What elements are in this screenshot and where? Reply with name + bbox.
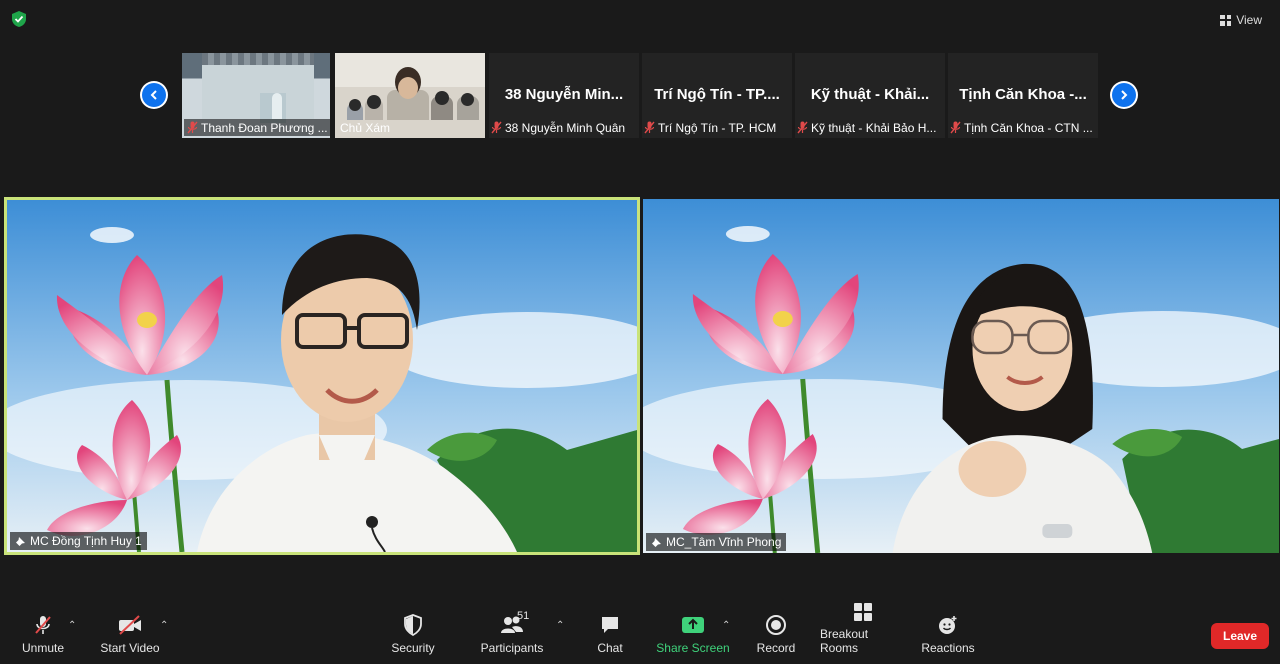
- strip-prev-button[interactable]: [140, 81, 168, 109]
- pin-icon: [16, 536, 25, 546]
- reactions-label: Reactions: [921, 641, 975, 655]
- thumbnail-name: Thanh Đoan Phương ...: [201, 120, 328, 135]
- participant-thumbnail[interactable]: Tịnh Căn Khoa -... Tịnh Căn Khoa - CTN .…: [948, 53, 1098, 138]
- muted-mic-icon: [491, 121, 502, 134]
- thumbnail-name: Kỹ thuật - Khải Bảo H...: [811, 120, 937, 135]
- speaker-name: MC Đồng Tịnh Huy 1: [30, 534, 142, 548]
- chat-button[interactable]: Chat: [590, 600, 630, 664]
- muted-mic-icon: [950, 121, 961, 134]
- thumbnail-big-name: Tịnh Căn Khoa -...: [959, 86, 1087, 103]
- unmute-button[interactable]: Unmute: [18, 600, 68, 664]
- thumbnail-name: Tịnh Căn Khoa - CTN ...: [964, 120, 1093, 135]
- participants-options-caret[interactable]: ⌃: [556, 620, 566, 631]
- participants-button[interactable]: 51 Participants: [480, 600, 544, 664]
- security-shield-icon: [404, 614, 422, 636]
- record-label: Record: [756, 641, 796, 655]
- breakout-rooms-icon: [854, 602, 872, 621]
- participants-count: 51: [517, 610, 530, 622]
- video-off-icon: [119, 615, 141, 635]
- thumbnail-big-name: Trí Ngộ Tín - TP....: [654, 86, 780, 103]
- view-button[interactable]: View: [1214, 10, 1268, 30]
- security-button[interactable]: Security: [388, 600, 438, 664]
- breakout-rooms-label: Breakout Rooms: [820, 627, 869, 655]
- speaker-name-tag: MC_Tâm Vĩnh Phong: [646, 533, 787, 551]
- reactions-smiley-icon: [939, 616, 957, 634]
- unmute-label: Unmute: [21, 641, 65, 655]
- muted-mic-icon: [797, 121, 808, 134]
- pin-icon: [652, 537, 661, 547]
- chevron-right-icon: [1121, 90, 1128, 100]
- muted-mic-icon: [35, 616, 51, 634]
- start-video-button[interactable]: Start Video: [98, 600, 162, 664]
- record-icon: [766, 615, 786, 635]
- security-label: Security: [391, 641, 435, 655]
- reactions-button[interactable]: Reactions: [920, 600, 976, 664]
- participant-thumbnail[interactable]: 38 Nguyễn Min... 38 Nguyễn Minh Quân: [489, 53, 639, 138]
- video-feed: [643, 199, 1279, 553]
- chevron-left-icon: [150, 90, 157, 100]
- record-button[interactable]: Record: [756, 600, 796, 664]
- thumbnail-name: Trí Ngộ Tín - TP. HCM: [658, 120, 777, 135]
- participant-thumbnail[interactable]: Thanh Đoan Phương ...: [182, 53, 330, 138]
- share-screen-button[interactable]: Share Screen: [656, 600, 730, 664]
- speaker-video-right[interactable]: MC_Tâm Vĩnh Phong: [643, 199, 1279, 553]
- chat-bubble-icon: [602, 617, 618, 633]
- share-options-caret[interactable]: ⌃: [722, 620, 732, 631]
- encryption-shield-icon[interactable]: [10, 10, 28, 28]
- audio-options-caret[interactable]: ⌃: [68, 620, 78, 631]
- participant-thumbnail[interactable]: Kỹ thuật - Khải... Kỹ thuật - Khải Bảo H…: [795, 53, 945, 138]
- share-screen-icon: [682, 617, 704, 633]
- start-video-label: Start Video: [100, 641, 160, 655]
- video-options-caret[interactable]: ⌃: [160, 620, 170, 631]
- speaker-name-tag: MC Đồng Tịnh Huy 1: [10, 532, 147, 550]
- share-screen-label: Share Screen: [656, 641, 730, 655]
- participants-label: Participants: [480, 641, 544, 655]
- breakout-rooms-button[interactable]: Breakout Rooms: [820, 600, 906, 664]
- speaker-name: MC_Tâm Vĩnh Phong: [666, 535, 782, 549]
- participant-thumbnail[interactable]: Chủ Xám: [335, 53, 485, 138]
- grid-view-icon: [1220, 14, 1232, 26]
- speaker-video-left[interactable]: MC Đồng Tịnh Huy 1: [4, 197, 640, 555]
- strip-next-button[interactable]: [1110, 81, 1138, 109]
- thumbnail-name: Chủ Xám: [340, 120, 391, 135]
- view-label: View: [1236, 13, 1262, 27]
- thumbnail-big-name: Kỹ thuật - Khải...: [810, 86, 930, 103]
- meeting-toolbar: Unmute ⌃ Start Video ⌃ Security 51 Parti…: [0, 600, 1280, 664]
- thumbnail-name: 38 Nguyễn Minh Quân: [505, 120, 626, 135]
- muted-mic-icon: [187, 121, 198, 134]
- muted-mic-icon: [644, 121, 655, 134]
- participant-thumbnail[interactable]: Trí Ngộ Tín - TP.... Trí Ngộ Tín - TP. H…: [642, 53, 792, 138]
- leave-button[interactable]: Leave: [1211, 623, 1269, 649]
- chat-label: Chat: [597, 641, 623, 655]
- video-feed: [7, 200, 637, 552]
- thumbnail-big-name: 38 Nguyễn Min...: [504, 86, 624, 103]
